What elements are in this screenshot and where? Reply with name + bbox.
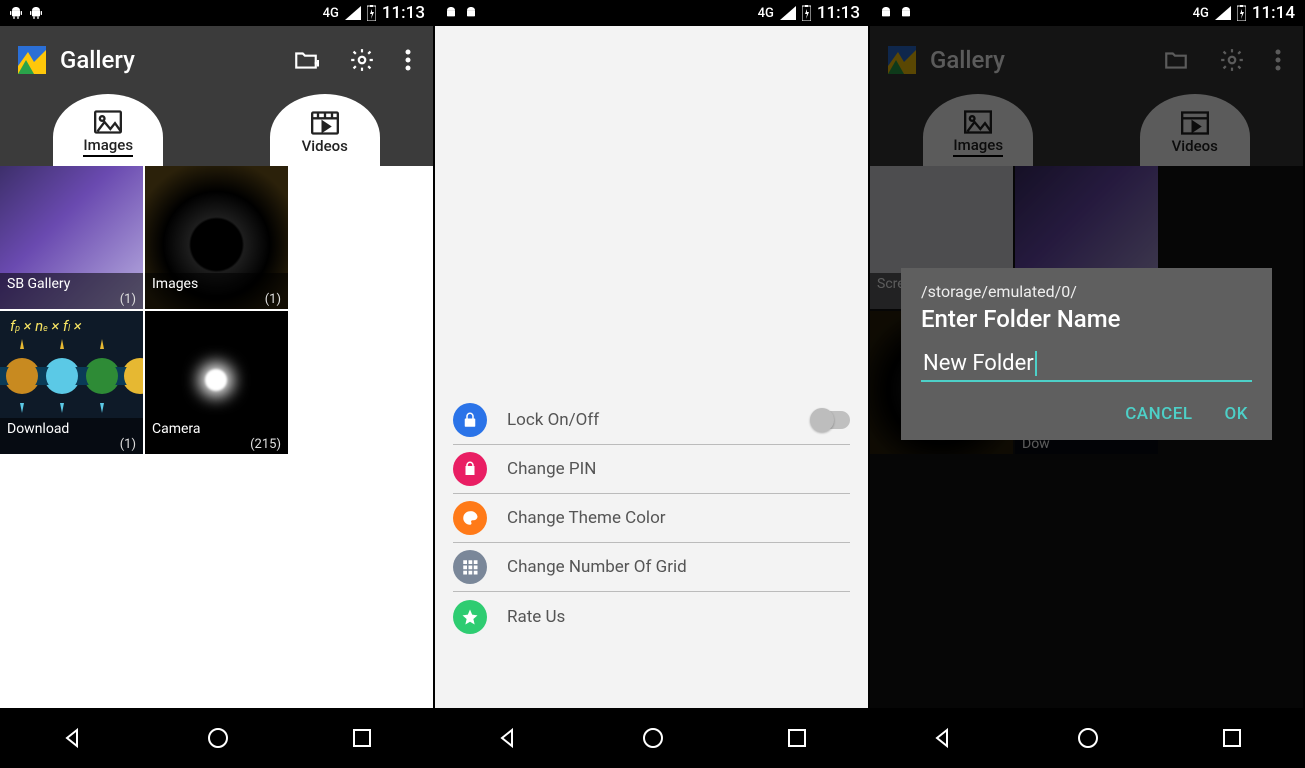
android-icon [8, 5, 24, 21]
app-bar: Gallery [0, 26, 433, 94]
status-bar: 4G 11:13 [0, 0, 433, 26]
tab-videos[interactable]: Videos [270, 94, 380, 166]
settings-list: Lock On/Off Change PIN Change Theme Colo… [435, 26, 868, 708]
phone-1: 4G 11:13 Gallery Images Videos SB Galler… [0, 0, 435, 768]
dialog-title: Enter Folder Name [921, 305, 1252, 333]
phone-2: 4G 11:13 Lock On/Off Change PIN Change T… [435, 0, 870, 768]
folder-item[interactable]: SB Gallery(1) [0, 166, 143, 309]
tab-row: Images Videos [0, 94, 433, 166]
status-bar: 4G 11:14 [870, 0, 1303, 26]
status-bar: 4G 11:13 [435, 0, 868, 26]
folder-grid: SB Gallery(1) Images(1) fp × ne × fl × D… [0, 166, 433, 708]
nav-bar [435, 708, 868, 768]
nav-recents-button[interactable] [351, 727, 373, 749]
app-logo-icon [18, 46, 46, 74]
folder-item[interactable]: fp × ne × fl × Download(1) [0, 311, 143, 454]
setting-theme-color[interactable]: Change Theme Color [453, 494, 850, 543]
network-label: 4G [1193, 6, 1209, 21]
nav-home-button[interactable] [641, 726, 665, 750]
android-icon [463, 5, 479, 21]
nav-home-button[interactable] [206, 726, 230, 750]
palette-icon [453, 501, 487, 535]
tab-videos-label: Videos [302, 137, 348, 155]
setting-label: Change Number Of Grid [507, 557, 687, 577]
folder-count: (1) [7, 292, 136, 308]
pin-icon [453, 452, 487, 486]
signal-icon [1215, 6, 1231, 20]
signal-icon [345, 6, 361, 20]
android-icon [878, 5, 894, 21]
nav-back-button[interactable] [931, 726, 955, 750]
setting-grid-number[interactable]: Change Number Of Grid [453, 543, 850, 592]
tab-images-label: Images [83, 136, 133, 157]
folder-name: SB Gallery [7, 276, 70, 292]
setting-label: Rate Us [507, 607, 565, 627]
new-folder-button[interactable] [293, 47, 319, 73]
android-icon [28, 5, 44, 21]
battery-icon [1237, 5, 1246, 21]
cancel-button[interactable]: CANCEL [1125, 404, 1192, 424]
setting-label: Lock On/Off [507, 410, 599, 430]
android-icon [443, 5, 459, 21]
folder-name: Images [152, 276, 198, 292]
folder-item[interactable]: Images(1) [145, 166, 288, 309]
settings-button[interactable] [349, 47, 375, 73]
new-folder-dialog: /storage/emulated/0/ Enter Folder Name N… [901, 268, 1272, 440]
nav-recents-button[interactable] [1221, 727, 1243, 749]
phone-3: 4G 11:14 Gallery Images Videos [870, 0, 1305, 768]
setting-label: Change Theme Color [507, 508, 666, 528]
nav-bar [870, 708, 1303, 768]
lock-icon [453, 403, 487, 437]
folder-name: Camera [152, 421, 201, 437]
folder-count: (215) [152, 437, 281, 453]
tab-images[interactable]: Images [53, 94, 163, 166]
nav-home-button[interactable] [1076, 726, 1100, 750]
setting-label: Change PIN [507, 459, 596, 479]
signal-icon [780, 6, 796, 20]
setting-change-pin[interactable]: Change PIN [453, 445, 850, 494]
folder-name: Download [7, 421, 69, 437]
battery-icon [367, 5, 376, 21]
folder-count: (1) [7, 437, 136, 453]
setting-lock[interactable]: Lock On/Off [453, 396, 850, 445]
status-time: 11:14 [1252, 3, 1295, 23]
battery-icon [802, 5, 811, 21]
network-label: 4G [758, 6, 774, 21]
dialog-path: /storage/emulated/0/ [921, 282, 1252, 301]
setting-rate-us[interactable]: Rate Us [453, 592, 850, 641]
lock-switch[interactable] [812, 411, 850, 429]
overflow-menu-button[interactable] [405, 49, 411, 71]
app-title: Gallery [60, 46, 135, 74]
status-time: 11:13 [817, 3, 860, 23]
folder-name-input[interactable]: New Folder [921, 347, 1252, 382]
folder-count: (1) [152, 292, 281, 308]
network-label: 4G [323, 6, 339, 21]
folder-item[interactable]: Camera(215) [145, 311, 288, 454]
nav-back-button[interactable] [496, 726, 520, 750]
star-icon [453, 600, 487, 634]
ok-button[interactable]: OK [1225, 404, 1248, 424]
svg-text:fp × ne × fl ×: fp × ne × fl × [10, 317, 82, 335]
status-time: 11:13 [382, 3, 425, 23]
nav-recents-button[interactable] [786, 727, 808, 749]
android-icon [898, 5, 914, 21]
nav-back-button[interactable] [61, 726, 85, 750]
grid-icon [453, 550, 487, 584]
nav-bar [0, 708, 433, 768]
